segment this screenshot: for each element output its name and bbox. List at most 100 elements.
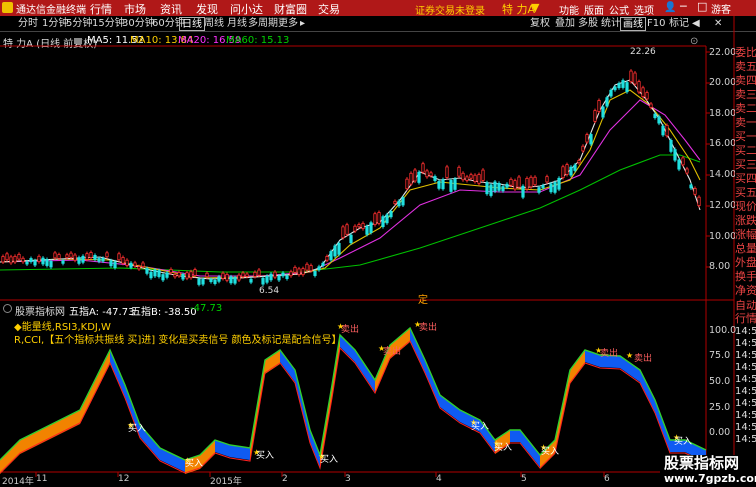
candle-body (409, 172, 413, 185)
price-tick: 8.00 (709, 261, 731, 272)
candle-body (417, 171, 421, 183)
date-label: 3 (345, 474, 351, 484)
row-label: 卖四 (735, 74, 756, 88)
candle-body (317, 266, 321, 271)
price-tick: 14.00 (709, 169, 737, 180)
indicator-title: 股票指标网 (15, 307, 65, 318)
wave-fill (265, 350, 280, 374)
candle-body (393, 200, 397, 205)
candle-body (213, 279, 217, 284)
candle-body (333, 245, 337, 257)
candle-body (525, 177, 529, 190)
tick-time: 14:5 (735, 374, 756, 385)
candle-body (433, 176, 437, 182)
price-tick: 10.00 (709, 231, 737, 242)
tick-time: 14:5 (735, 338, 756, 349)
row-label: 委比 (735, 46, 756, 60)
high-price-label: 22.26 (630, 47, 656, 57)
candle-body (385, 214, 389, 224)
candle-body (477, 174, 481, 184)
candle-body (321, 262, 325, 267)
candle-body (341, 226, 345, 239)
wave-fill (410, 328, 425, 372)
candle-body (329, 251, 333, 261)
quote-label: 行情 (735, 312, 756, 325)
candle-body (641, 87, 645, 97)
candle-body (649, 103, 653, 108)
candle-body (25, 261, 29, 265)
candle-body (277, 275, 281, 281)
buy-signal: 买入 (128, 424, 147, 434)
date-label: 11 (36, 474, 48, 484)
candle-body (533, 176, 537, 186)
candle-body (473, 174, 477, 183)
tick-time: 14:5 (735, 350, 756, 361)
buy-signal: 买入 (471, 422, 490, 432)
candle-body (565, 164, 569, 175)
row-label: 换手 (735, 270, 756, 284)
row-label: 卖三 (735, 88, 756, 102)
candle-body (293, 266, 297, 273)
candle-body (53, 252, 57, 259)
candle-body (101, 258, 105, 262)
row-label: 涨跌 (735, 214, 756, 228)
candle-body (141, 262, 145, 268)
indicator-tick: 100.0 (709, 325, 737, 336)
candle-body (457, 166, 461, 177)
candle-body (89, 252, 93, 258)
candle-body (501, 186, 505, 192)
candle-body (193, 269, 197, 276)
candle-body (497, 182, 501, 191)
candle-body (177, 272, 181, 277)
candle-body (97, 258, 101, 262)
date-label: 2015年 (210, 477, 242, 487)
candle-body (17, 253, 21, 260)
candle-body (181, 274, 185, 280)
chart-canvas: ★★★ ★★★ ★★★★★★★ (0, 16, 735, 487)
candle-body (429, 172, 433, 177)
row-label: 卖五 (735, 60, 756, 74)
candle-body (301, 268, 305, 276)
indicator-settings-icon[interactable] (3, 304, 12, 313)
price-tick: 16.00 (709, 138, 737, 149)
candle-body (481, 169, 485, 181)
wave-fill (110, 350, 125, 397)
candle-body (441, 179, 445, 190)
candle-body (109, 260, 113, 267)
sell-signal: 卖出 (419, 323, 438, 333)
candle-body (233, 277, 237, 284)
wave-fill (160, 448, 185, 472)
price-tick: 22.00 (709, 47, 737, 58)
buy-signal: 买入 (541, 447, 560, 457)
candle-body (621, 80, 625, 88)
candle-body (85, 253, 89, 260)
candle-body (29, 258, 33, 263)
candle-body (373, 213, 377, 225)
candle-body (21, 257, 25, 263)
auto-label[interactable]: 自动 (735, 299, 756, 312)
ma20-line (0, 99, 701, 277)
candle-body (665, 124, 669, 137)
candle-body (405, 178, 409, 190)
candle-body (169, 268, 173, 274)
candle-body (677, 159, 681, 170)
candle-body (69, 252, 73, 258)
candle-body (625, 82, 629, 93)
candle-body (513, 180, 517, 190)
candle-body (305, 263, 309, 271)
candle-body (297, 268, 301, 276)
candle-body (413, 169, 417, 182)
candle-body (285, 275, 289, 279)
candle-body (117, 253, 121, 261)
candle-body (673, 149, 677, 161)
tick-time: 14:5 (735, 410, 756, 421)
wave-fill (20, 430, 40, 454)
candle-body (157, 270, 161, 277)
candle-body (221, 272, 225, 279)
candle-body (313, 270, 317, 276)
tick-time: 14:5 (735, 362, 756, 373)
candle-body (125, 259, 129, 266)
candle-body (453, 178, 457, 190)
candle-body (517, 176, 521, 188)
candle-body (165, 272, 169, 278)
